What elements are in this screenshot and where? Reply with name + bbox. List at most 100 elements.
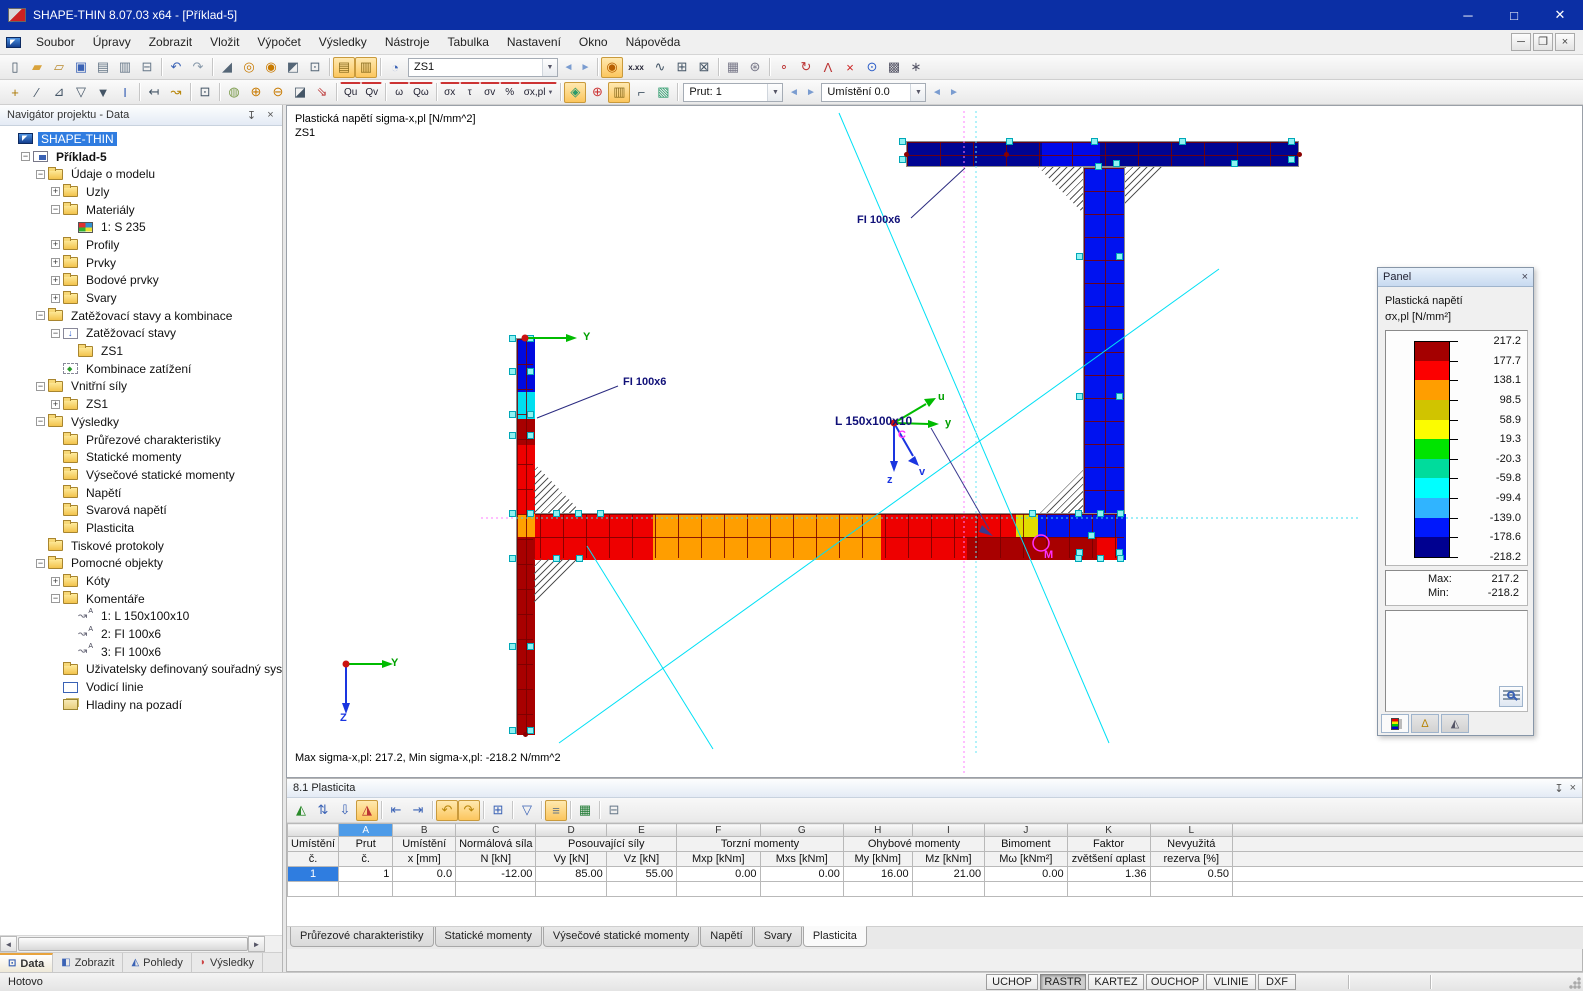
node-marker[interactable] [509, 510, 516, 517]
redo-icon[interactable]: ↷ [187, 57, 209, 78]
navigator-tab-zobrazit[interactable]: ◧ Zobrazit [53, 953, 124, 972]
select-icon[interactable]: ◩ [282, 57, 304, 78]
result-omega-button[interactable]: ω [389, 82, 410, 102]
diagram-icon[interactable]: ∿ [649, 57, 671, 78]
table-cell[interactable]: 85.00 [535, 866, 607, 882]
tree-item-tiskove-protokoly[interactable]: Tiskové protokoly [0, 537, 282, 555]
node-marker[interactable] [553, 510, 560, 517]
duplicate-icon[interactable]: ⊡ [304, 57, 326, 78]
collapse-icon[interactable]: − [36, 417, 45, 427]
tree-item-profily[interactable]: + Profily [0, 236, 282, 254]
section-element-left-strip[interactable] [516, 338, 535, 735]
tree-item-1-s-235[interactable]: 1: S 235 [0, 218, 282, 236]
render-mode-icon[interactable]: ◔ [384, 57, 406, 78]
tbl-graphic-icon[interactable]: ◭ [290, 800, 312, 821]
node-marker[interactable] [899, 156, 906, 163]
tree-item-3-fi-100x6[interactable]: 3: FI 100x6 [0, 643, 282, 661]
zoom-out-icon[interactable]: ⊖ [267, 82, 289, 103]
tree-item-napeti[interactable]: Napětí [0, 484, 282, 502]
tree-item-zatezovaci-stavy[interactable]: − Zatěžovací stavy [0, 325, 282, 343]
column-letter[interactable]: L [1149, 823, 1234, 837]
table-tab-prurezove-charakteristiky[interactable]: Průřezové charakteristiky [290, 927, 434, 947]
tree-item-vysecove-staticke-momenty[interactable]: Výsečové statické momenty [0, 466, 282, 484]
resize-grip[interactable] [1569, 977, 1581, 989]
node-marker[interactable] [527, 727, 534, 734]
node-marker[interactable] [1288, 138, 1295, 145]
new-element-icon[interactable]: ∕ [26, 82, 48, 103]
table-cell[interactable]: 0.50 [1149, 866, 1234, 882]
new-polyline-icon[interactable]: ⊿ [48, 82, 70, 103]
node-marker[interactable] [1231, 160, 1238, 167]
node-marker[interactable] [509, 727, 516, 734]
menu-item-okno[interactable]: Okno [570, 32, 617, 52]
column-letter[interactable]: K [1066, 823, 1151, 837]
info-icon[interactable]: ⊙ [861, 57, 883, 78]
view-tables-2-icon[interactable]: ▥ [355, 56, 377, 78]
tree-item-vysledky[interactable]: − Výsledky [0, 413, 282, 431]
node-marker[interactable] [1076, 393, 1083, 400]
tree-item-pomocne-objekty[interactable]: − Pomocné objekty [0, 555, 282, 573]
tree-item-svary[interactable]: + Svary [0, 289, 282, 307]
mirror-icon[interactable]: Λ [817, 57, 839, 78]
loadcase-next-icon[interactable]: ► [577, 58, 594, 77]
pan-icon[interactable]: ◍ [223, 82, 245, 103]
menu-item-vypocet[interactable]: Výpočet [248, 32, 309, 52]
result-sigma-v-button[interactable]: σv [479, 82, 500, 102]
member-combo[interactable]: Prut: 1 ▼ [683, 82, 784, 102]
node-marker[interactable] [1117, 510, 1124, 517]
node-marker[interactable] [1117, 555, 1124, 562]
tbl-prev-icon[interactable]: ⇤ [385, 800, 407, 821]
view-tables-icon[interactable]: ▤ [333, 56, 355, 78]
dim-line-icon[interactable]: ↤ [143, 82, 165, 103]
comment-tool-icon[interactable]: ↝ [165, 82, 187, 103]
node-marker[interactable] [527, 643, 534, 650]
close-icon[interactable]: × [263, 109, 278, 121]
node-marker[interactable] [575, 510, 582, 517]
tree-item-staticke-momenty[interactable]: Statické momenty [0, 448, 282, 466]
tbl-next-icon[interactable]: ⇥ [407, 800, 429, 821]
member-next-icon[interactable]: ► [802, 83, 819, 102]
menu-item-zobrazit[interactable]: Zobrazit [140, 32, 201, 52]
expand-icon[interactable]: + [51, 399, 60, 409]
node-marker[interactable] [1088, 532, 1095, 539]
tree-item-zs1[interactable]: ZS1 [0, 342, 282, 360]
table-cell[interactable]: 0.00 [759, 866, 844, 882]
panel-zoom-button[interactable] [1499, 686, 1523, 707]
row-header[interactable]: 1 [287, 866, 340, 882]
node-marker[interactable] [509, 555, 516, 562]
node-marker[interactable] [1288, 156, 1295, 163]
tree-item-materialy[interactable]: − Materiály [0, 201, 282, 219]
node-marker[interactable] [1006, 138, 1013, 145]
table-close-icon[interactable]: × [1570, 782, 1576, 794]
tree-item-udaje-o-modelu[interactable]: − Údaje o modelu [0, 165, 282, 183]
table-window-icon[interactable]: ⊞ [671, 57, 693, 78]
node-marker[interactable] [899, 138, 906, 145]
zoom-in-icon[interactable]: ⊕ [245, 82, 267, 103]
tbl-excel-icon[interactable]: ▦ [574, 800, 596, 821]
grid-icon[interactable]: ▦ [722, 57, 744, 78]
node-marker[interactable] [1116, 549, 1123, 556]
location-prev-icon[interactable]: ◄ [928, 83, 945, 102]
status-toggle-kartez[interactable]: KARTEZ [1088, 974, 1144, 990]
node-marker[interactable] [1075, 510, 1082, 517]
new-arc-icon[interactable]: ▽ [70, 82, 92, 103]
navigator-tab-pohledy[interactable]: ◭ Pohledy [123, 953, 192, 972]
result-tau-button[interactable]: τ [459, 82, 480, 102]
collapse-icon[interactable]: − [36, 381, 45, 391]
result-sigma-xpl-button[interactable]: σx,pl ▼ [519, 82, 558, 102]
scrollbar-thumb[interactable] [18, 937, 248, 951]
collapse-icon[interactable]: − [51, 594, 60, 604]
tree-item-uzivatelsky-definovany-souradny-syst[interactable]: Uživatelsky definovaný souřadný syst [0, 661, 282, 679]
result-sigma-x-button[interactable]: σx [439, 82, 460, 102]
tree-item-vodici-linie[interactable]: Vodicí linie [0, 678, 282, 696]
tbl-rows-icon[interactable]: ⇅ [312, 800, 334, 821]
table-cell[interactable]: 0.00 [984, 866, 1068, 882]
table-cell[interactable]: 1.36 [1066, 866, 1151, 882]
snap-icon[interactable]: ∘ [773, 57, 795, 78]
node-marker[interactable] [527, 411, 534, 418]
expand-icon[interactable]: + [51, 240, 60, 250]
node-marker[interactable] [1029, 510, 1036, 517]
minimize-button[interactable]: ─ [1445, 0, 1491, 30]
menu-item-upravy[interactable]: Úpravy [84, 32, 140, 52]
collapse-icon[interactable]: − [36, 558, 45, 568]
